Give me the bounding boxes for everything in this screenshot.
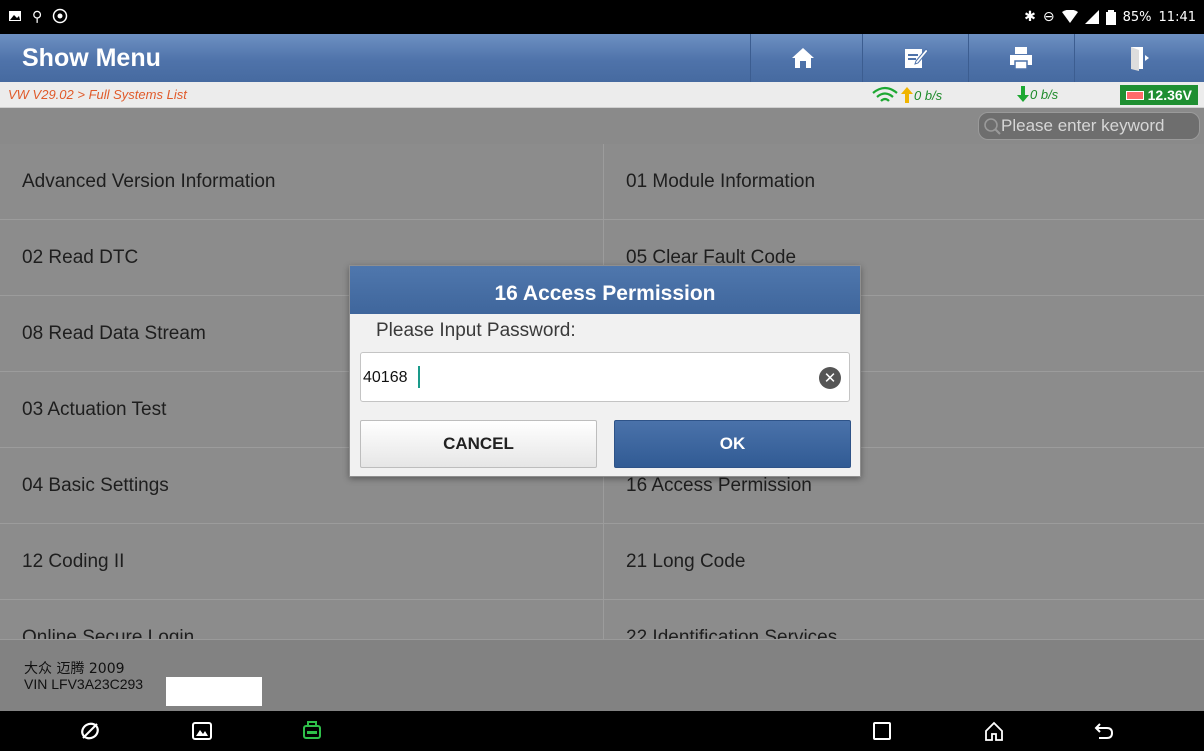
battery-percent: 85%: [1122, 9, 1152, 25]
list-row: 12 Coding II 21 Long Code: [0, 524, 1204, 600]
access-permission-dialog: 16 Access Permission Please Input Passwo…: [349, 265, 861, 477]
home-nav-icon: [985, 721, 1003, 741]
clock: 11:41: [1158, 9, 1196, 25]
menu-item[interactable]: 12 Coding II: [0, 524, 602, 599]
status-bar: ⚲ ✱ ⊖ 85% 11:41: [0, 0, 1204, 34]
navigation-bar: [0, 711, 1204, 751]
recents-icon: [873, 722, 891, 740]
voltage-badge: 12.36V: [1119, 85, 1198, 105]
back-button[interactable]: [1086, 717, 1122, 745]
vci-icon: [303, 721, 321, 739]
app-header: Show Menu: [0, 34, 1204, 82]
search-bar: [0, 108, 1204, 144]
menu-item[interactable]: Advanced Version Information: [0, 144, 602, 219]
home-icon: [792, 48, 814, 68]
search-box[interactable]: [978, 112, 1200, 140]
redaction-box: [166, 677, 262, 706]
ok-button[interactable]: OK: [614, 420, 851, 468]
signal-icon: [1084, 10, 1099, 24]
bluetooth-icon: ✱: [1024, 9, 1036, 25]
home-nav-button[interactable]: [976, 717, 1012, 745]
dialog-title: 16 Access Permission: [350, 266, 860, 314]
car-battery-icon: [1125, 90, 1144, 100]
vehicle-info: 大众 迈腾 2009 VIN LFV3A23C293: [0, 639, 1204, 711]
status-left-icons: ⚲: [8, 8, 68, 24]
edit-report-icon: [905, 48, 929, 68]
search-icon: [984, 118, 1001, 135]
list-row: Online Secure Login 22 Identification Se…: [0, 600, 1204, 639]
report-button[interactable]: [862, 34, 967, 82]
upload-value: 0 b/s: [914, 87, 943, 103]
image-icon: [9, 11, 21, 21]
home-button[interactable]: [750, 34, 855, 82]
print-button[interactable]: [968, 34, 1073, 82]
browser-button[interactable]: [72, 717, 108, 745]
breadcrumb: VW V29.02 > Full Systems List: [8, 87, 187, 102]
text-cursor: [418, 366, 420, 388]
back-icon: [1094, 723, 1114, 739]
clear-icon[interactable]: ✕: [819, 367, 841, 389]
menu-item[interactable]: 21 Long Code: [603, 524, 1204, 599]
status-right: ✱ ⊖ 85% 11:41: [1024, 9, 1196, 25]
cancel-button[interactable]: CANCEL: [360, 420, 597, 468]
list-row: Advanced Version Information 01 Module I…: [0, 144, 1204, 220]
download-arrow-icon: [1017, 86, 1029, 102]
menu-item[interactable]: Online Secure Login: [0, 600, 602, 640]
usb-debug-icon: ⚲: [32, 8, 43, 24]
search-input[interactable]: [1001, 116, 1199, 136]
voltage-value: 12.36V: [1147, 87, 1192, 103]
dialog-prompt: Please Input Password:: [376, 320, 576, 341]
wifi-icon: [872, 86, 898, 102]
recents-button[interactable]: [864, 717, 900, 745]
app-notification-icon: [53, 8, 68, 24]
page-title: Show Menu: [22, 44, 161, 72]
breadcrumb-bar: VW V29.02 > Full Systems List 0 b/s 0 b/…: [0, 82, 1204, 108]
dnd-icon: ⊖: [1042, 9, 1055, 25]
password-field[interactable]: ✕: [360, 352, 850, 402]
gallery-icon: [192, 722, 212, 740]
vci-button[interactable]: [294, 717, 330, 745]
exit-button[interactable]: [1074, 34, 1204, 82]
wifi-icon: [1061, 10, 1078, 23]
upload-rate: 0 b/s: [870, 85, 942, 105]
battery-icon: [1105, 9, 1116, 25]
menu-item[interactable]: 01 Module Information: [603, 144, 1204, 219]
upload-arrow-icon: [901, 87, 913, 103]
gallery-button[interactable]: [184, 717, 220, 745]
download-value: 0 b/s: [1030, 86, 1059, 102]
vehicle-vin: VIN LFV3A23C293: [24, 676, 144, 692]
password-input[interactable]: [363, 365, 803, 391]
exit-icon: [1130, 47, 1149, 71]
vehicle-name: 大众 迈腾 2009: [24, 661, 125, 677]
menu-item[interactable]: 22 Identification Services: [603, 600, 1204, 639]
print-icon: [1010, 47, 1032, 70]
download-rate: 0 b/s: [1016, 85, 1058, 103]
browser-icon: [81, 722, 99, 740]
